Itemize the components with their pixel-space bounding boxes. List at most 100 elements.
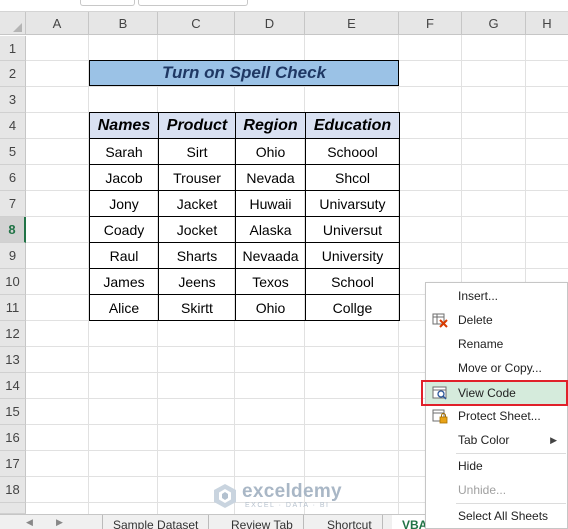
menu-item-unhide: Unhide... xyxy=(426,479,567,501)
ribbon-tab-stub xyxy=(138,0,248,6)
table-cell[interactable]: Ohio xyxy=(235,294,306,321)
table-row: Alice Skirtt Ohio Collge xyxy=(89,294,400,321)
header-cell-education[interactable]: Education xyxy=(305,112,400,139)
table-cell[interactable]: Jony xyxy=(89,190,159,217)
table-cell[interactable]: Nevaada xyxy=(235,242,306,269)
submenu-arrow-icon: ▶ xyxy=(550,435,557,445)
column-header-d[interactable]: D xyxy=(235,12,305,35)
menu-item-protect-sheet[interactable]: Protect Sheet... xyxy=(426,405,567,427)
table-row: Raul Sharts Nevaada University xyxy=(89,242,400,269)
delete-sheet-icon xyxy=(432,313,448,328)
row-header-5[interactable]: 5 xyxy=(0,139,26,165)
row-header-18[interactable]: 18 xyxy=(0,477,26,503)
ribbon-tab-stub xyxy=(80,0,135,6)
table-cell[interactable]: University xyxy=(305,242,400,269)
row-header-3[interactable]: 3 xyxy=(0,87,26,113)
table-cell[interactable]: Coady xyxy=(89,216,159,243)
scroll-tabs-left-icon[interactable]: ◀ xyxy=(26,517,33,528)
menu-item-label: Move or Copy... xyxy=(458,361,542,375)
data-table: Names Product Region Education Sarah Sir… xyxy=(89,112,400,321)
table-cell[interactable]: Huwaii xyxy=(235,190,306,217)
column-header-h[interactable]: H xyxy=(526,12,568,35)
row-header-19 xyxy=(0,503,26,514)
header-cell-names[interactable]: Names xyxy=(89,112,159,139)
table-cell[interactable]: Nevada xyxy=(235,164,306,191)
row-header-16[interactable]: 16 xyxy=(0,425,26,451)
table-cell[interactable]: Jacob xyxy=(89,164,159,191)
table-row: Sarah Sirt Ohio Schoool xyxy=(89,138,400,165)
view-code-highlight-box xyxy=(421,380,568,406)
protect-sheet-icon xyxy=(432,409,448,424)
row-header-1[interactable]: 1 xyxy=(0,36,26,61)
select-all-corner[interactable] xyxy=(0,12,26,35)
table-cell[interactable]: Raul xyxy=(89,242,159,269)
row-header-12[interactable]: 12 xyxy=(0,321,26,347)
menu-separator xyxy=(456,503,566,504)
menu-item-move-or-copy[interactable]: Move or Copy... xyxy=(426,357,567,379)
table-cell[interactable]: Jacket xyxy=(158,190,236,217)
table-row: Jony Jacket Huwaii Univarsuty xyxy=(89,190,400,217)
row-header-10[interactable]: 10 xyxy=(0,269,26,295)
menu-item-hide[interactable]: Hide xyxy=(426,455,567,477)
column-header-b[interactable]: B xyxy=(89,12,158,35)
column-header-e[interactable]: E xyxy=(305,12,399,35)
row-header-14[interactable]: 14 xyxy=(0,373,26,399)
row-header-17[interactable]: 17 xyxy=(0,451,26,477)
row-header-2[interactable]: 2 xyxy=(0,61,26,87)
sheet-title-cell[interactable]: Turn on Spell Check xyxy=(89,60,399,86)
column-header-c[interactable]: C xyxy=(158,12,235,35)
menu-item-label: Unhide... xyxy=(458,483,507,497)
row-header-4[interactable]: 4 xyxy=(0,113,26,139)
table-cell[interactable]: Skirtt xyxy=(158,294,236,321)
column-header-f[interactable]: F xyxy=(399,12,462,35)
table-cell[interactable]: Texos xyxy=(235,268,306,295)
header-cell-region[interactable]: Region xyxy=(235,112,306,139)
table-cell[interactable]: School xyxy=(305,268,400,295)
table-cell[interactable]: James xyxy=(89,268,159,295)
table-cell[interactable]: Alice xyxy=(89,294,159,321)
table-cell[interactable]: Alaska xyxy=(235,216,306,243)
grid-line xyxy=(26,86,568,87)
table-cell[interactable]: Schoool xyxy=(305,138,400,165)
row-header-11[interactable]: 11 xyxy=(0,295,26,321)
table-cell[interactable]: Universut xyxy=(305,216,400,243)
menu-item-delete[interactable]: Delete xyxy=(426,309,567,331)
table-cell[interactable]: Shcol xyxy=(305,164,400,191)
column-header-g[interactable]: G xyxy=(462,12,526,35)
menu-item-rename[interactable]: Rename xyxy=(426,333,567,355)
menu-item-label: Insert... xyxy=(458,289,499,303)
row-header-7[interactable]: 7 xyxy=(0,191,26,217)
row-header-6[interactable]: 6 xyxy=(0,165,26,191)
table-row: James Jeens Texos School xyxy=(89,268,400,295)
row-header-9[interactable]: 9 xyxy=(0,243,26,269)
menu-item-select-all-sheets[interactable]: Select All Sheets xyxy=(426,505,567,527)
menu-item-insert[interactable]: Insert... xyxy=(426,285,567,307)
table-row: Jacob Trouser Nevada Shcol xyxy=(89,164,400,191)
table-cell[interactable]: Jocket xyxy=(158,216,236,243)
sheet-tab-sample-dataset[interactable]: Sample Dataset xyxy=(102,515,210,529)
table-cell[interactable]: Sirt xyxy=(158,138,236,165)
menu-item-tab-color[interactable]: Tab Color ▶ xyxy=(426,429,567,451)
table-cell[interactable]: Jeens xyxy=(158,268,236,295)
row-header-13[interactable]: 13 xyxy=(0,347,26,373)
sheet-tab-review-tab[interactable]: Review Tab xyxy=(221,515,304,529)
table-cell[interactable]: Univarsuty xyxy=(305,190,400,217)
table-cell[interactable]: Ohio xyxy=(235,138,306,165)
table-cell[interactable]: Trouser xyxy=(158,164,236,191)
watermark-name: exceldemy xyxy=(242,481,342,502)
table-cell[interactable]: Sarah xyxy=(89,138,159,165)
menu-item-label: Rename xyxy=(458,337,504,351)
table-header-row: Names Product Region Education xyxy=(89,112,400,139)
table-row: Coady Jocket Alaska Universut xyxy=(89,216,400,243)
header-cell-product[interactable]: Product xyxy=(158,112,236,139)
row-header-8[interactable]: 8 xyxy=(0,217,26,243)
table-cell[interactable]: Sharts xyxy=(158,242,236,269)
window-top-strip xyxy=(0,0,568,12)
menu-separator xyxy=(456,453,566,454)
sheet-tab-shortcut[interactable]: Shortcut xyxy=(317,515,383,529)
column-header-a[interactable]: A xyxy=(26,12,89,35)
menu-item-label: Delete xyxy=(458,313,493,327)
row-header-15[interactable]: 15 xyxy=(0,399,26,425)
table-cell[interactable]: Collge xyxy=(305,294,400,321)
scroll-tabs-right-icon[interactable]: ▶ xyxy=(56,517,63,528)
